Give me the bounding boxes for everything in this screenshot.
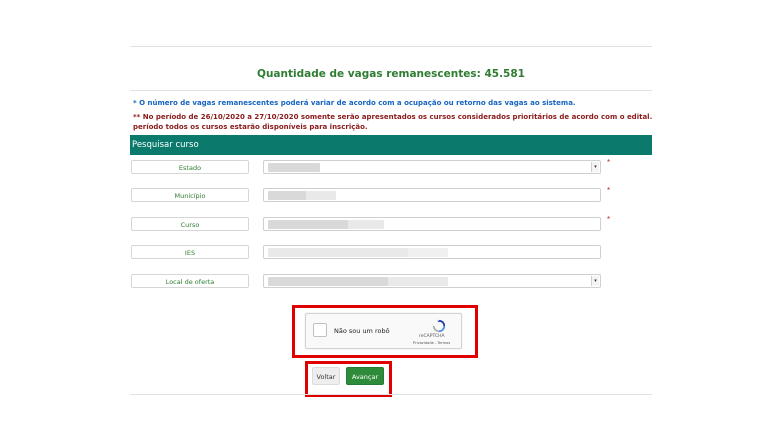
recaptcha-label: Não sou um robô [334, 327, 390, 335]
ies-label: IES [131, 245, 249, 259]
recaptcha-checkbox[interactable] [313, 323, 327, 337]
recaptcha-brand: reCAPTCHA [419, 334, 445, 339]
local-oferta-select[interactable]: ▾ [263, 274, 601, 288]
chevron-down-icon [592, 219, 599, 229]
note-periodo-line2: período todos os cursos estarão disponív… [133, 123, 368, 131]
note-periodo-line1: ** No período de 26/10/2020 a 27/10/2020… [133, 113, 653, 121]
note-periodo: ** No período de 26/10/2020 a 27/10/2020… [133, 112, 653, 132]
top-divider [130, 46, 652, 47]
curso-label: Curso [131, 217, 249, 231]
title-divider [130, 90, 652, 91]
back-button[interactable]: Voltar [312, 367, 340, 385]
municipio-label: Município [131, 188, 249, 202]
search-section-header: Pesquisar curso [130, 135, 652, 155]
page-title: Quantidade de vagas remanescentes: 45.58… [257, 68, 525, 80]
municipio-required-mark: * [607, 186, 611, 195]
chevron-down-icon: ▾ [591, 276, 599, 286]
estado-select[interactable]: ▾ [263, 160, 601, 174]
curso-required-mark: * [607, 215, 611, 224]
ies-input[interactable] [263, 245, 601, 259]
note-vagas: * O número de vagas remanescentes poderá… [133, 99, 576, 107]
local-oferta-label: Local de oferta [131, 274, 249, 288]
next-button[interactable]: Avançar [346, 367, 384, 385]
recaptcha-icon [432, 319, 446, 333]
recaptcha-links[interactable]: Privacidade - Termos [413, 341, 450, 345]
search-section-title: Pesquisar curso [132, 140, 199, 150]
bottom-divider [130, 394, 652, 395]
estado-label: Estado [131, 160, 249, 174]
chevron-down-icon: ▾ [591, 162, 599, 172]
recaptcha-widget[interactable]: Não sou um robô reCAPTCHA Privacidade - … [305, 313, 462, 349]
estado-required-mark: * [607, 158, 611, 167]
municipio-input[interactable] [263, 188, 601, 202]
curso-input[interactable] [263, 217, 601, 231]
